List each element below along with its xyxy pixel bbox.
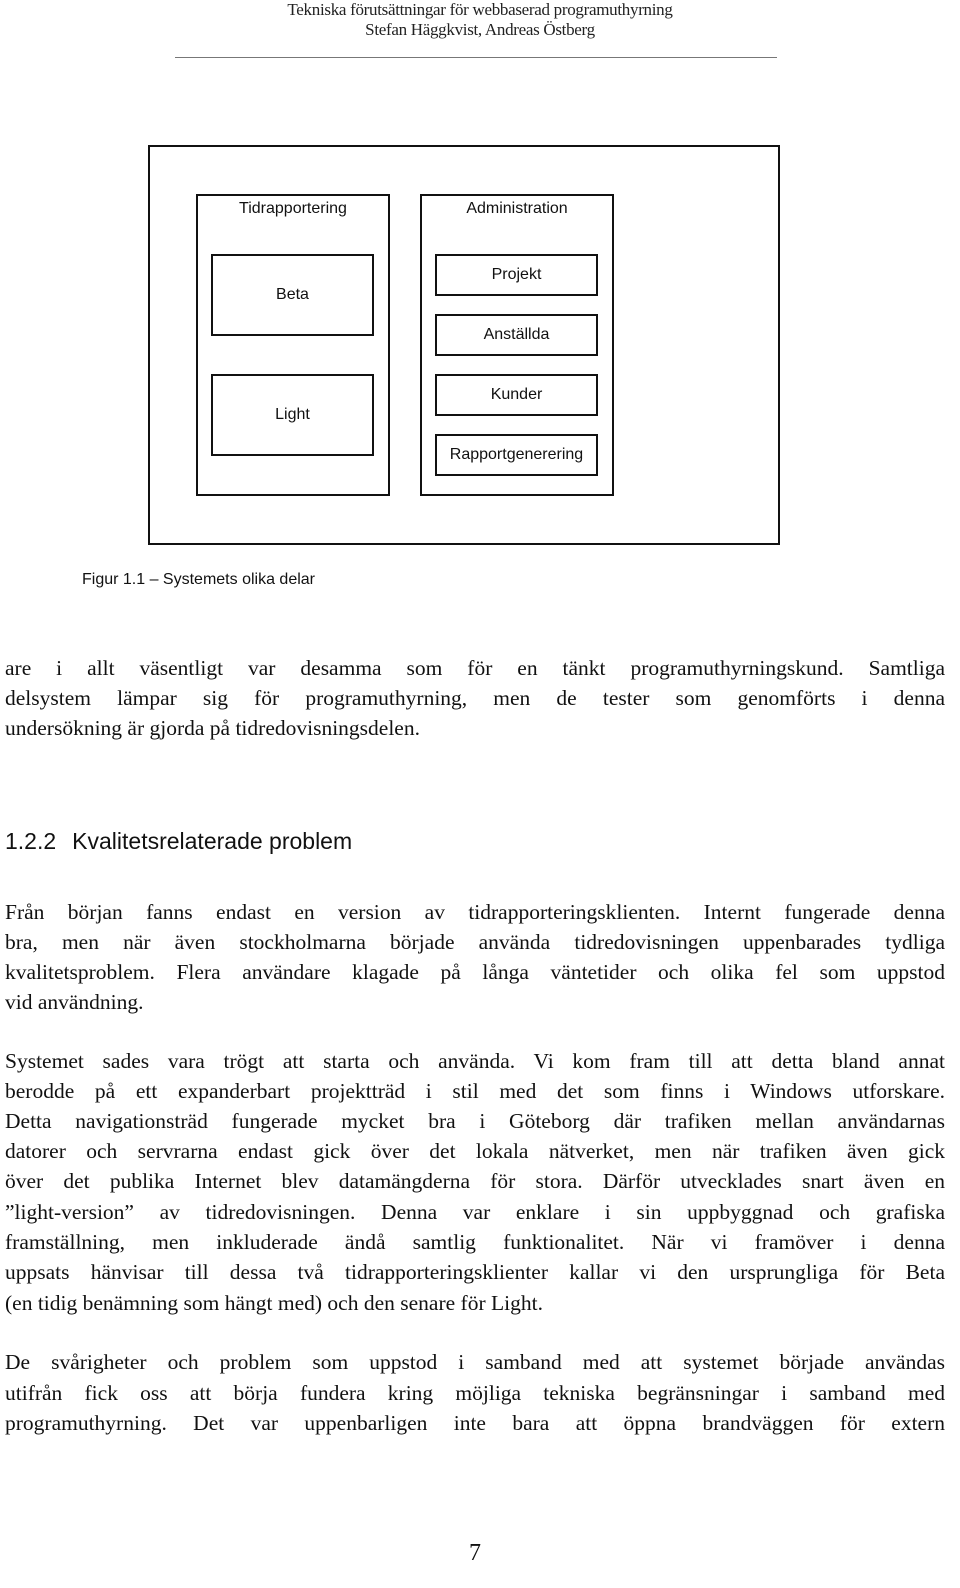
text-line: berodde på ett expanderbart projektträd … (5, 1079, 945, 1103)
group-title-tidrapportering: Tidrapportering (239, 200, 347, 217)
text-line: ”light-version” av tidredovisningen. Den… (5, 1200, 945, 1224)
component-label: Anställda (483, 326, 550, 343)
component-label: Kunder (490, 386, 543, 403)
group-title-administration: Administration (466, 200, 568, 217)
text-line: Från början fanns endast en version av t… (5, 900, 945, 924)
component-box-projekt: Projekt (435, 254, 598, 296)
text-line: vid användning. (5, 990, 144, 1014)
text-line: över det publika Internet blev datamängd… (5, 1169, 945, 1193)
component-label: Beta (276, 286, 309, 303)
text-line: Systemet sades vara trögt att starta och… (5, 1049, 945, 1073)
text-line: delsystem lämpar sig för programuthyrnin… (5, 686, 945, 710)
text-line: kvalitetsproblem. Flera användare klagad… (5, 960, 945, 984)
section-number: 1.2.2 (5, 828, 57, 854)
component-label: Rapportgenerering (449, 446, 584, 463)
text-line: datorer och servrarna endast gick över d… (5, 1139, 945, 1163)
text-line: programuthyrning. Det var uppenbarligen … (5, 1411, 945, 1435)
component-label: Projekt (491, 266, 542, 283)
figure-caption: Figur 1.1 – Systemets olika delar (82, 571, 315, 588)
text-line: (en tidig benämning som hängt med) och d… (5, 1291, 543, 1315)
component-label: Light (275, 406, 310, 423)
document-title: Tekniska förutsättningar för webbaserad … (287, 0, 673, 19)
component-box-kunder: Kunder (435, 374, 598, 416)
section-heading: 1.2.2 Kvalitetsrelaterade problem (5, 828, 352, 855)
text-line: framställning, men inkluderade ändå samt… (5, 1230, 945, 1254)
page-number: 7 (469, 1540, 481, 1566)
header-divider (175, 57, 777, 58)
component-box-anstallda: Anställda (435, 314, 598, 356)
text-line: undersökning är gjorda på tidredovisning… (5, 716, 420, 740)
component-box-rapportgenerering: Rapportgenerering (435, 434, 598, 476)
text-line: De svårigheter och problem som uppstod i… (5, 1350, 945, 1374)
component-box-beta: Beta (211, 254, 374, 336)
text-line: Detta navigationsträd fungerade mycket b… (5, 1109, 945, 1133)
text-line: are i allt väsentligt var desamma som fö… (5, 656, 945, 680)
text-line: bra, men när även stockholmarna började … (5, 930, 945, 954)
section-title: Kvalitetsrelaterade problem (72, 828, 353, 854)
document-authors: Stefan Häggkvist, Andreas Östberg (365, 20, 595, 39)
component-box-light: Light (211, 374, 374, 456)
text-line: uppsats hänvisar till dessa två tidrappo… (5, 1260, 945, 1284)
text-line: utifrån fick oss att börja fundera kring… (5, 1381, 945, 1405)
